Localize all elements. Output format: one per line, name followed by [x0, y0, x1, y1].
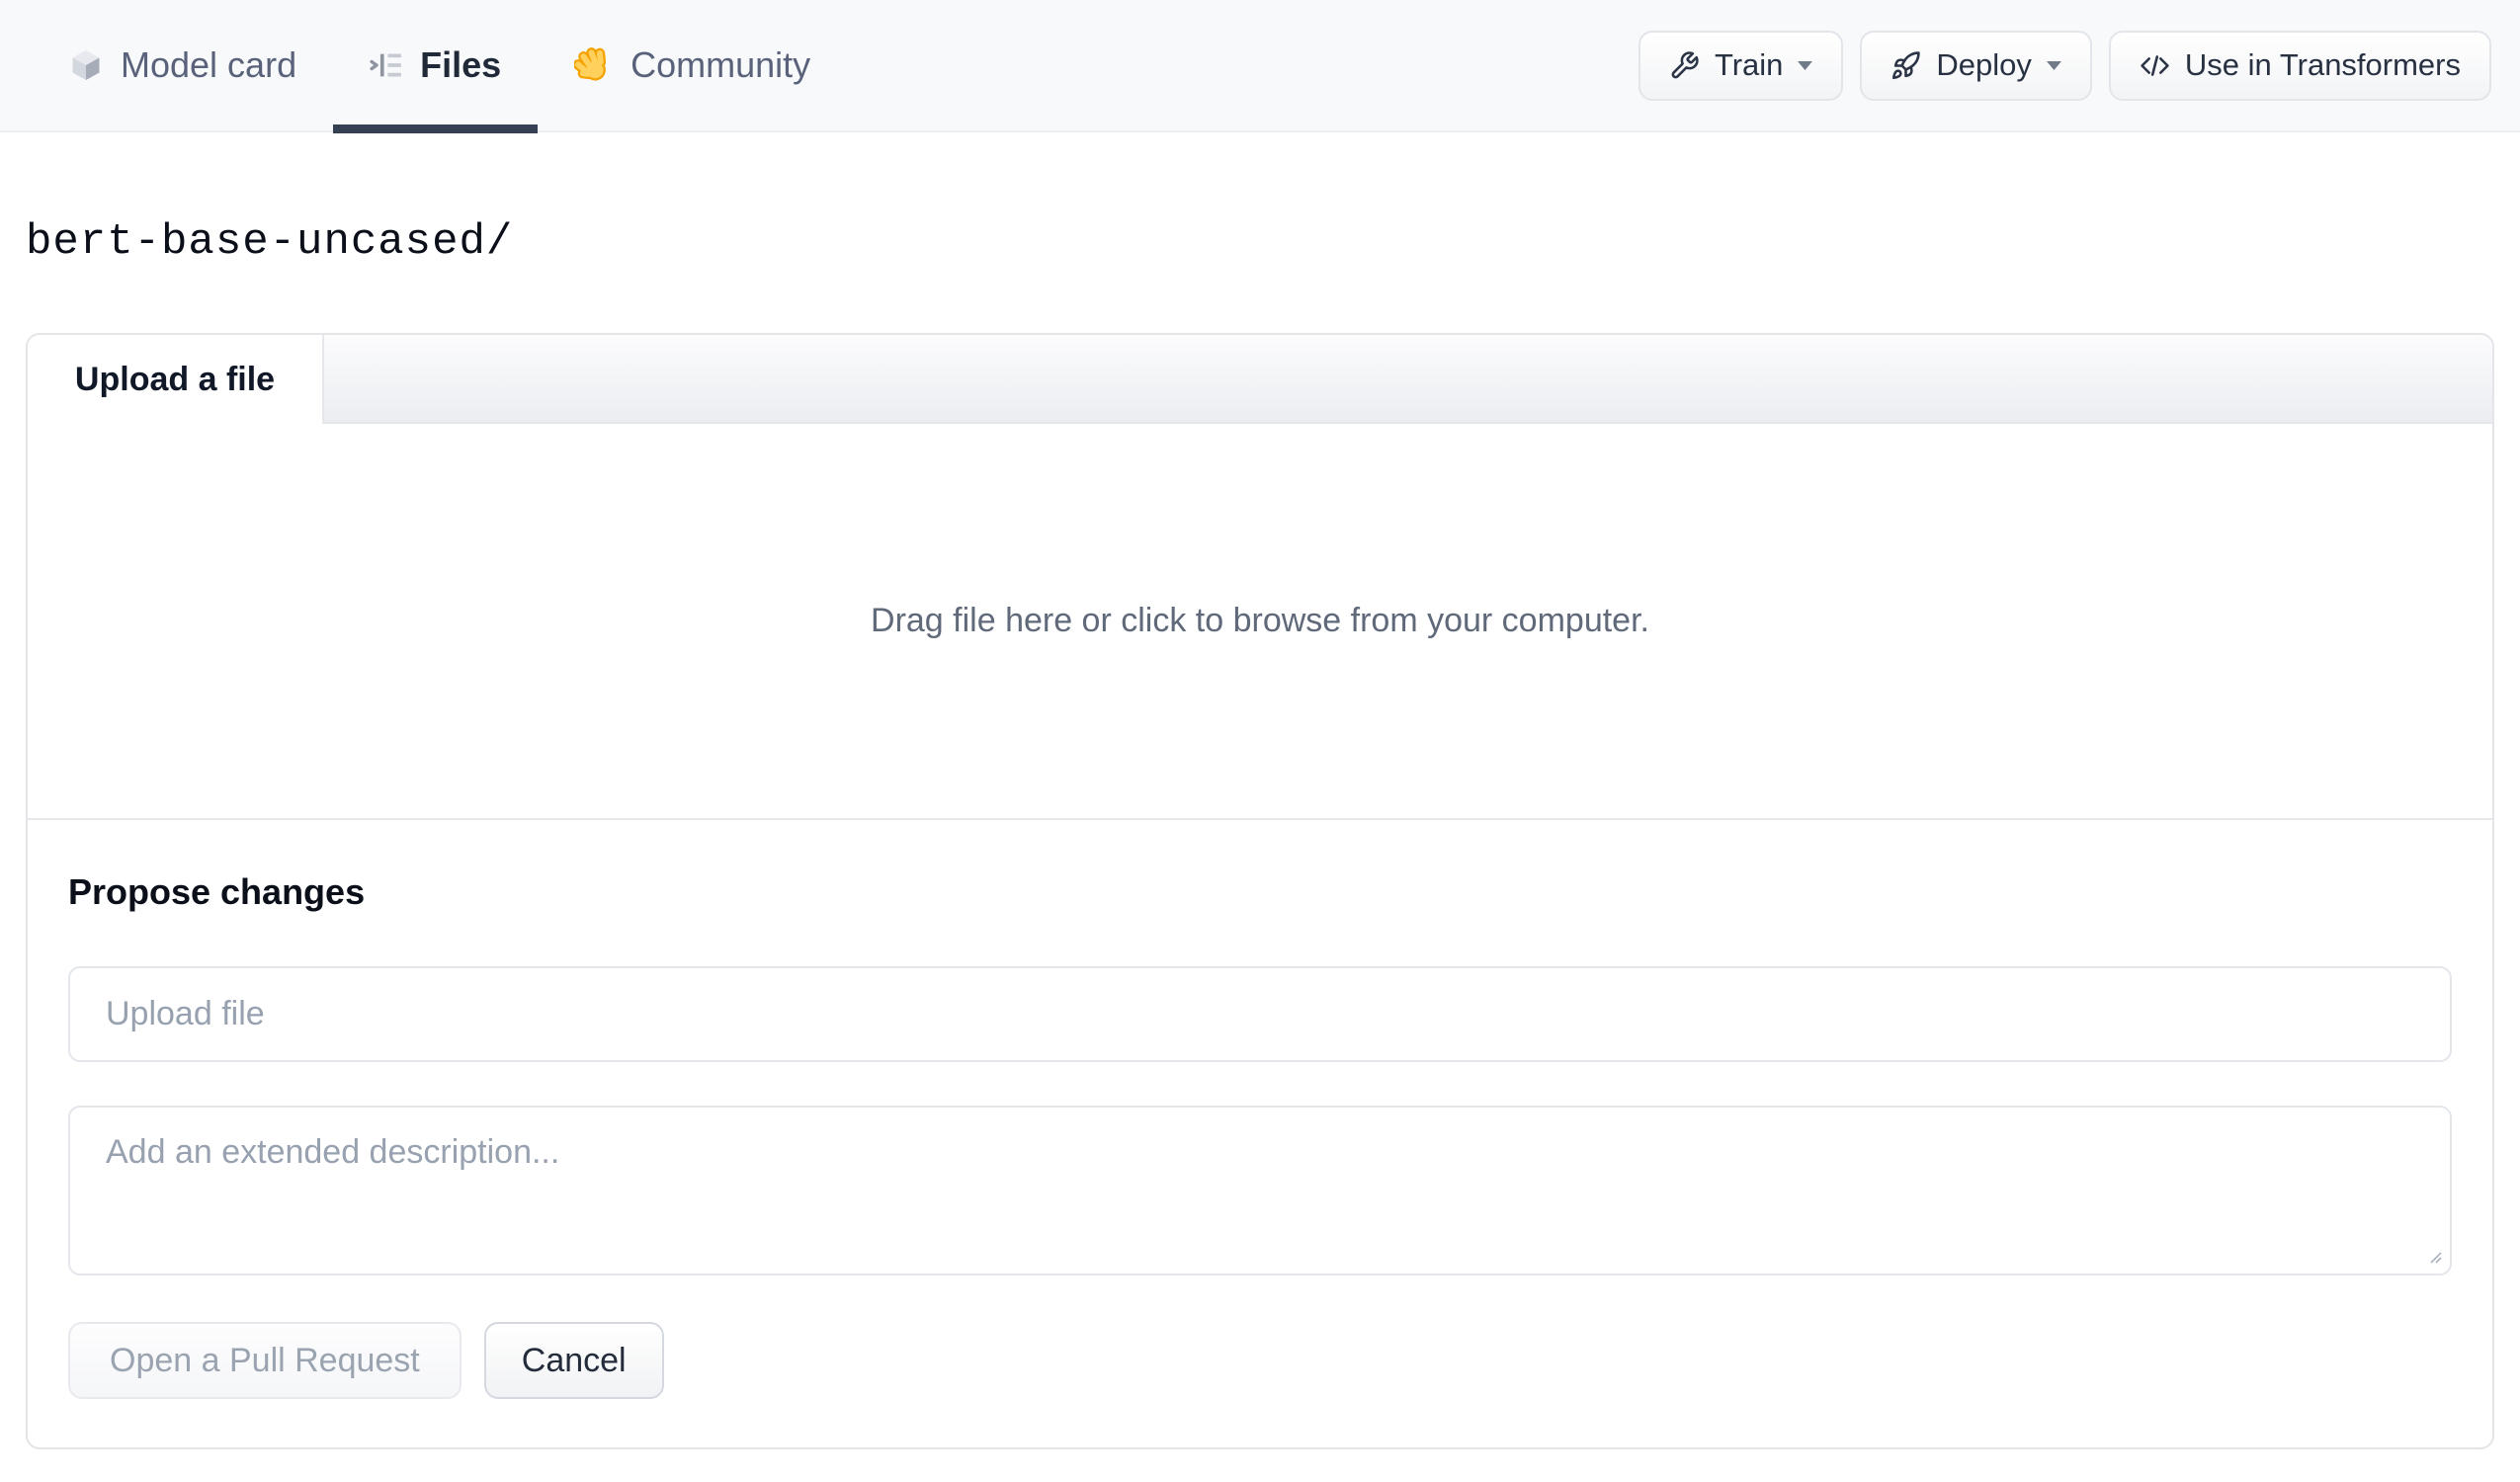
- files-icon: [370, 48, 403, 82]
- file-dropzone[interactable]: Drag file here or click to browse from y…: [28, 424, 2492, 818]
- deploy-button[interactable]: Deploy: [1860, 30, 2092, 101]
- propose-changes-heading: Propose changes: [68, 871, 366, 912]
- upload-card-header: Upload a file: [28, 335, 2492, 424]
- dropzone-hint-text: Drag file here or click to browse from y…: [871, 602, 1649, 639]
- code-icon: [2141, 54, 2169, 76]
- tab-label: Model card: [121, 44, 297, 85]
- form-buttons: Open a Pull Request Cancel: [68, 1322, 2452, 1399]
- tab-model-card[interactable]: Model card: [32, 0, 333, 131]
- use-in-transformers-button[interactable]: Use in Transformers: [2108, 30, 2491, 101]
- hand-icon: [574, 45, 614, 85]
- open-pull-request-button[interactable]: Open a Pull Request: [68, 1322, 462, 1399]
- rocket-icon: [1892, 50, 1921, 79]
- tab-label: Community: [630, 44, 811, 85]
- train-button[interactable]: Train: [1638, 30, 1844, 101]
- upload-file-card: Upload a file Drag file here or click to…: [26, 333, 2494, 1449]
- active-tab-underline: [333, 124, 539, 133]
- tab-community[interactable]: Community: [538, 0, 847, 131]
- caret-down-icon: [1798, 60, 1813, 70]
- upload-file-input[interactable]: [68, 966, 2452, 1062]
- extended-description-textarea[interactable]: [68, 1106, 2452, 1276]
- wrench-icon: [1671, 50, 1699, 78]
- caret-down-icon: [2046, 60, 2061, 70]
- propose-changes-section: Propose changes Open a Pull Request Canc…: [28, 818, 2492, 1447]
- cube-icon: [68, 47, 104, 83]
- repo-tab-bar: Model card Files Community Train Deploy …: [0, 0, 2520, 133]
- description-field-wrapper: [68, 1106, 2452, 1276]
- breadcrumb[interactable]: bert-base-uncased/: [26, 217, 2494, 267]
- cancel-button[interactable]: Cancel: [483, 1322, 664, 1399]
- tab-upload-a-file[interactable]: Upload a file: [28, 335, 324, 424]
- tab-label: Files: [420, 44, 502, 85]
- repo-action-buttons: Train Deploy Use in Transformers: [1638, 30, 2491, 101]
- tab-files[interactable]: Files: [333, 0, 539, 133]
- upload-card-header-filler: [324, 335, 2492, 424]
